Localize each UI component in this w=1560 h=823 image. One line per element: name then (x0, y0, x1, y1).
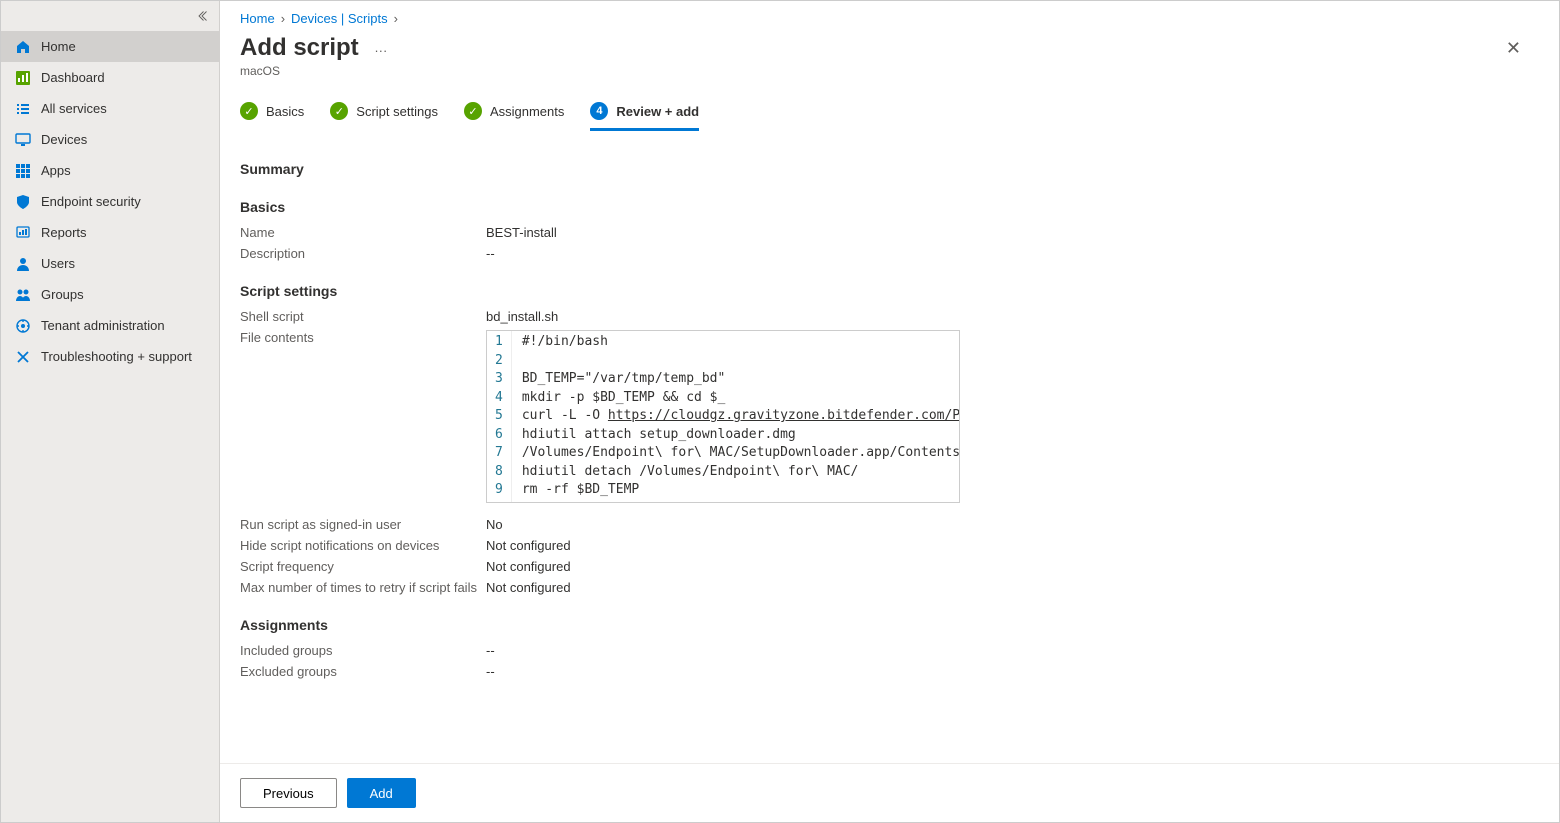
breadcrumb-sep: › (281, 11, 285, 26)
sidebar-item-label: All services (41, 101, 107, 116)
sidebar-item-label: Apps (41, 163, 71, 178)
sidebar-item-reports[interactable]: Reports (1, 217, 219, 248)
more-menu-button[interactable]: ··· (374, 43, 387, 58)
previous-button[interactable]: Previous (240, 778, 337, 808)
breadcrumb: Home › Devices | Scripts › (220, 1, 1559, 32)
excluded-groups-label: Excluded groups (240, 664, 486, 679)
sidebar-item-label: Troubleshooting + support (41, 349, 192, 364)
sidebar-item-label: Reports (41, 225, 87, 240)
sidebar-item-label: Endpoint security (41, 194, 141, 209)
shell-script-label: Shell script (240, 309, 486, 324)
footer: Previous Add (220, 763, 1559, 822)
admin-icon (15, 318, 31, 334)
shell-script-value: bd_install.sh (486, 309, 558, 324)
wizard-tabs: ✓ Basics ✓ Script settings ✓ Assignments… (220, 84, 1559, 131)
description-value: -- (486, 246, 495, 261)
sidebar-item-apps[interactable]: Apps (1, 155, 219, 186)
list-icon (15, 101, 31, 117)
assignments-heading: Assignments (240, 617, 1539, 633)
add-button[interactable]: Add (347, 778, 416, 808)
monitor-icon (15, 132, 31, 148)
tools-icon (15, 349, 31, 365)
sidebar-collapse-button[interactable] (193, 7, 211, 25)
code-gutter: 123456789 (487, 331, 512, 502)
code-body: #!/bin/bash BD_TEMP="/var/tmp/temp_bd" m… (512, 331, 959, 502)
name-value: BEST-install (486, 225, 557, 240)
home-icon (15, 39, 31, 55)
sidebar-item-endpoint-security[interactable]: Endpoint security (1, 186, 219, 217)
sidebar-item-home[interactable]: Home (1, 31, 219, 62)
breadcrumb-home[interactable]: Home (240, 11, 275, 26)
breadcrumb-sep: › (394, 11, 398, 26)
summary-heading: Summary (240, 161, 1539, 177)
run-as-label: Run script as signed-in user (240, 517, 486, 532)
sidebar-item-label: Devices (41, 132, 87, 147)
step-number-icon: 4 (590, 102, 608, 120)
sidebar-item-dashboard[interactable]: Dashboard (1, 62, 219, 93)
sidebar-item-devices[interactable]: Devices (1, 124, 219, 155)
tab-review-add[interactable]: 4 Review + add (590, 102, 699, 131)
main-panel: Home › Devices | Scripts › Add script ··… (220, 1, 1559, 822)
tab-script-settings[interactable]: ✓ Script settings (330, 102, 438, 131)
sidebar-item-label: Groups (41, 287, 84, 302)
content-scroll[interactable]: Summary Basics Name BEST-install Descrip… (220, 131, 1559, 763)
user-icon (15, 256, 31, 272)
basics-heading: Basics (240, 199, 1539, 215)
check-icon: ✓ (330, 102, 348, 120)
hide-notifications-label: Hide script notifications on devices (240, 538, 486, 553)
file-contents-code: 123456789 #!/bin/bash BD_TEMP="/var/tmp/… (486, 330, 960, 503)
check-icon: ✓ (240, 102, 258, 120)
file-contents-label: File contents (240, 330, 486, 345)
tab-label: Basics (266, 104, 304, 119)
check-icon: ✓ (464, 102, 482, 120)
sidebar-item-groups[interactable]: Groups (1, 279, 219, 310)
run-as-value: No (486, 517, 503, 532)
shield-icon (15, 194, 31, 210)
page-subtitle: macOS (240, 64, 1498, 78)
retry-label: Max number of times to retry if script f… (240, 580, 486, 595)
tab-label: Review + add (616, 104, 699, 119)
sidebar-item-label: Dashboard (41, 70, 105, 85)
frequency-value: Not configured (486, 559, 571, 574)
tab-label: Script settings (356, 104, 438, 119)
excluded-groups-value: -- (486, 664, 495, 679)
sidebar-item-label: Tenant administration (41, 318, 165, 333)
retry-value: Not configured (486, 580, 571, 595)
sidebar-item-users[interactable]: Users (1, 248, 219, 279)
reports-icon (15, 225, 31, 241)
grid-icon (15, 163, 31, 179)
included-groups-value: -- (486, 643, 495, 658)
sidebar-item-all-services[interactable]: All services (1, 93, 219, 124)
frequency-label: Script frequency (240, 559, 486, 574)
sidebar: Home Dashboard All services Devices Apps Endp… (1, 1, 220, 822)
script-settings-heading: Script settings (240, 283, 1539, 299)
sidebar-item-troubleshooting-support[interactable]: Troubleshooting + support (1, 341, 219, 372)
page-title: Add script (240, 34, 359, 62)
group-icon (15, 287, 31, 303)
sidebar-item-tenant-administration[interactable]: Tenant administration (1, 310, 219, 341)
hide-notifications-value: Not configured (486, 538, 571, 553)
included-groups-label: Included groups (240, 643, 486, 658)
sidebar-item-label: Home (41, 39, 76, 54)
tab-label: Assignments (490, 104, 564, 119)
sidebar-item-label: Users (41, 256, 75, 271)
tab-basics[interactable]: ✓ Basics (240, 102, 304, 131)
breadcrumb-devices-scripts[interactable]: Devices | Scripts (291, 11, 388, 26)
close-button[interactable]: ✕ (1498, 34, 1529, 63)
name-label: Name (240, 225, 486, 240)
description-label: Description (240, 246, 486, 261)
tab-assignments[interactable]: ✓ Assignments (464, 102, 564, 131)
dashboard-icon (15, 70, 31, 86)
